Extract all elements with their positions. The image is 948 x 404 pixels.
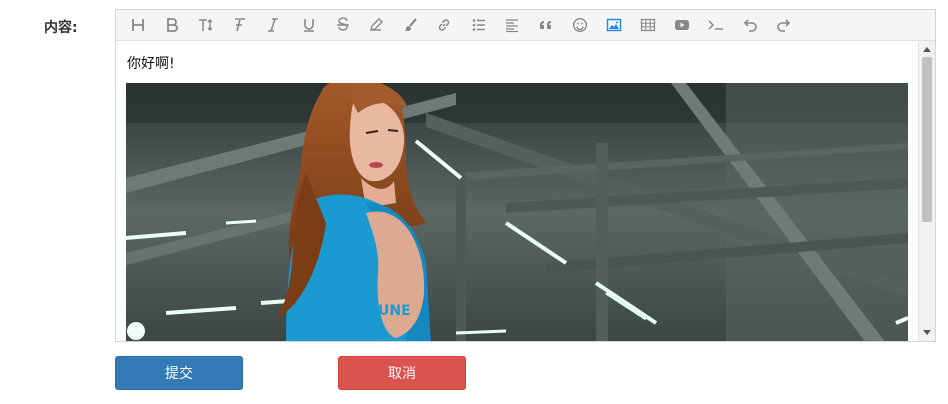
font-family-icon[interactable] bbox=[229, 15, 249, 35]
list-icon[interactable] bbox=[469, 15, 489, 35]
scroll-down-arrow-icon[interactable] bbox=[923, 330, 931, 335]
photo-illustration: UNE bbox=[126, 83, 908, 341]
scroll-up-arrow-icon[interactable] bbox=[923, 47, 931, 52]
link-icon[interactable] bbox=[434, 15, 454, 35]
font-size-icon[interactable] bbox=[196, 15, 216, 35]
brush-icon[interactable] bbox=[400, 15, 420, 35]
align-icon[interactable] bbox=[502, 15, 522, 35]
content-label: 内容: bbox=[44, 20, 78, 36]
video-icon[interactable] bbox=[672, 15, 692, 35]
pen-icon[interactable] bbox=[366, 15, 386, 35]
heading-icon[interactable] bbox=[128, 15, 148, 35]
italic-icon[interactable] bbox=[263, 15, 283, 35]
strikethrough-icon[interactable] bbox=[333, 15, 353, 35]
editor-text-line[interactable]: 你好啊! bbox=[127, 53, 175, 73]
underline-icon[interactable] bbox=[299, 15, 319, 35]
cancel-button[interactable]: 取消 bbox=[338, 356, 466, 390]
undo-icon[interactable] bbox=[740, 15, 760, 35]
editor-toolbar bbox=[116, 10, 935, 41]
editor-content[interactable]: 你好啊! UNE bbox=[116, 41, 919, 341]
scroll-thumb[interactable] bbox=[922, 57, 932, 222]
quote-icon[interactable] bbox=[536, 15, 556, 35]
editor-scrollbar[interactable] bbox=[918, 41, 935, 341]
submit-button[interactable]: 提交 bbox=[115, 356, 243, 390]
code-icon[interactable] bbox=[706, 15, 726, 35]
bold-icon[interactable] bbox=[162, 15, 182, 35]
rich-text-editor[interactable]: 你好啊! UNE bbox=[115, 9, 936, 342]
redo-icon[interactable] bbox=[774, 15, 794, 35]
svg-text:UNE: UNE bbox=[378, 303, 411, 319]
inserted-photo[interactable]: UNE bbox=[126, 83, 908, 341]
table-icon[interactable] bbox=[638, 15, 658, 35]
emoji-icon[interactable] bbox=[570, 15, 590, 35]
image-icon[interactable] bbox=[604, 15, 624, 35]
